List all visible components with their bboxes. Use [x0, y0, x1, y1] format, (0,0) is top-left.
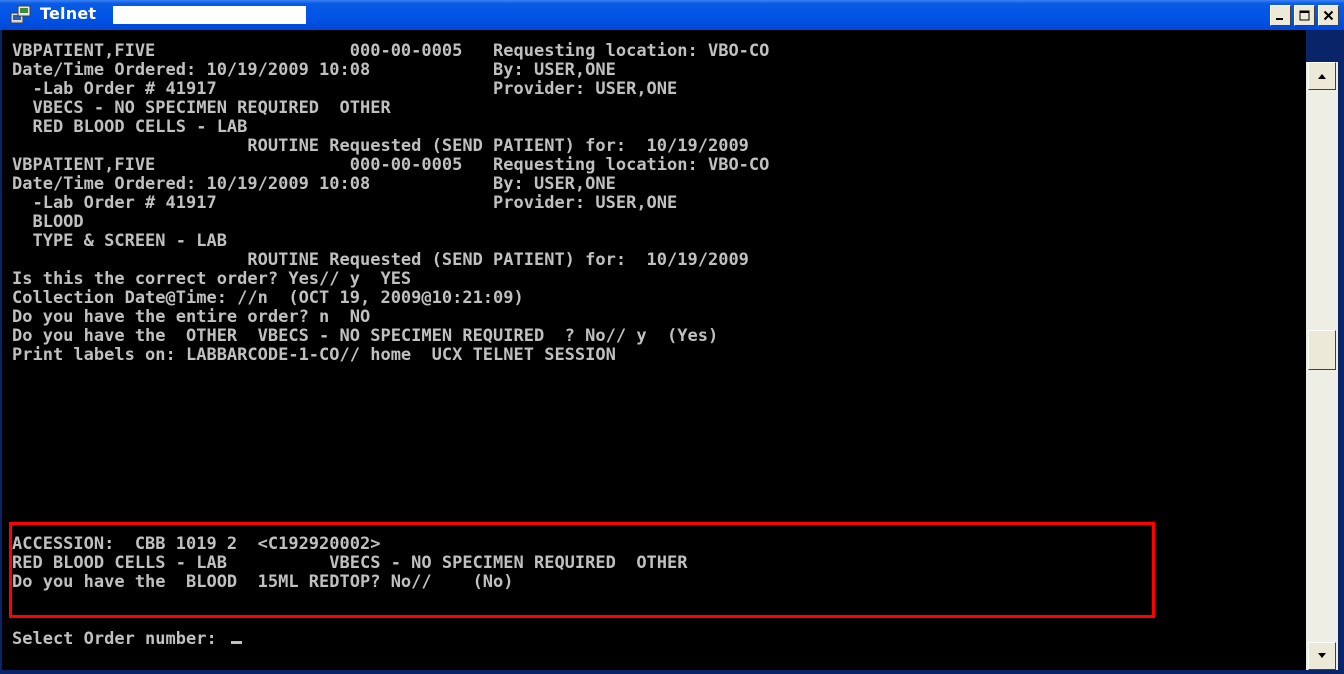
scroll-down-button[interactable] [1308, 642, 1336, 670]
terminal-line: VBPATIENT,FIVE 000-00-0005 Requesting lo… [12, 155, 770, 175]
terminal-prompt-line[interactable]: Select Order number: [12, 630, 242, 649]
terminal-line: Date/Time Ordered: 10/19/2009 10:08 By: … [12, 60, 616, 80]
maximize-button[interactable] [1294, 5, 1315, 26]
terminal-line: ROUTINE Requested (SEND PATIENT) for: 10… [12, 136, 749, 156]
close-button[interactable] [1318, 5, 1339, 26]
terminal-line: -Lab Order # 41917 Provider: USER,ONE [12, 79, 678, 99]
minimize-icon [1276, 18, 1283, 20]
minimize-button[interactable] [1270, 5, 1291, 26]
terminal-line: VBECS - NO SPECIMEN REQUIRED OTHER [12, 98, 391, 118]
terminal-line-accession: ACCESSION: CBB 1019 2 <C192920002> [12, 534, 381, 554]
redacted-title-area [113, 6, 306, 24]
prompt-text: Select Order number: [12, 629, 227, 649]
terminal-line: -Lab Order # 41917 Provider: USER,ONE [12, 193, 678, 213]
telnet-window: Telnet VBPATIENT,FIVE 000-00-0005 Reques… [0, 0, 1344, 674]
terminal-screen[interactable]: VBPATIENT,FIVE 000-00-0005 Requesting lo… [2, 30, 1306, 670]
title-bar[interactable]: Telnet [0, 0, 1344, 30]
terminal-line: Is this the correct order? Yes// y YES [12, 269, 412, 289]
terminal-line: RED BLOOD CELLS - LAB VBECS - NO SPECIME… [12, 553, 688, 573]
terminal-line: Do you have the BLOOD 15ML REDTOP? No// … [12, 572, 514, 592]
terminal-line: Collection Date@Time: //n (OCT 19, 2009@… [12, 288, 524, 308]
telnet-app-icon [10, 5, 31, 24]
scroll-thumb[interactable] [1308, 330, 1336, 370]
scroll-up-button[interactable] [1308, 62, 1336, 90]
close-icon [1323, 10, 1334, 21]
terminal-line: VBPATIENT,FIVE 000-00-0005 Requesting lo… [12, 41, 770, 61]
down-arrow-icon [1318, 653, 1326, 658]
terminal-line: Print labels on: LABBARCODE-1-CO// home … [12, 345, 616, 365]
terminal-line: RED BLOOD CELLS - LAB [12, 117, 248, 137]
terminal-line: Do you have the entire order? n NO [12, 307, 371, 327]
terminal-line: ROUTINE Requested (SEND PATIENT) for: 10… [12, 250, 749, 270]
terminal-line: BLOOD [12, 212, 84, 232]
up-arrow-icon [1318, 74, 1326, 79]
terminal-line: TYPE & SCREEN - LAB [12, 231, 227, 251]
maximize-icon [1299, 10, 1310, 21]
terminal-line: Date/Time Ordered: 10/19/2009 10:08 By: … [12, 174, 616, 194]
vertical-scrollbar[interactable] [1306, 62, 1338, 670]
terminal-line: Do you have the OTHER VBECS - NO SPECIME… [12, 326, 719, 346]
text-cursor [230, 641, 242, 644]
window-title: Telnet [40, 4, 97, 23]
